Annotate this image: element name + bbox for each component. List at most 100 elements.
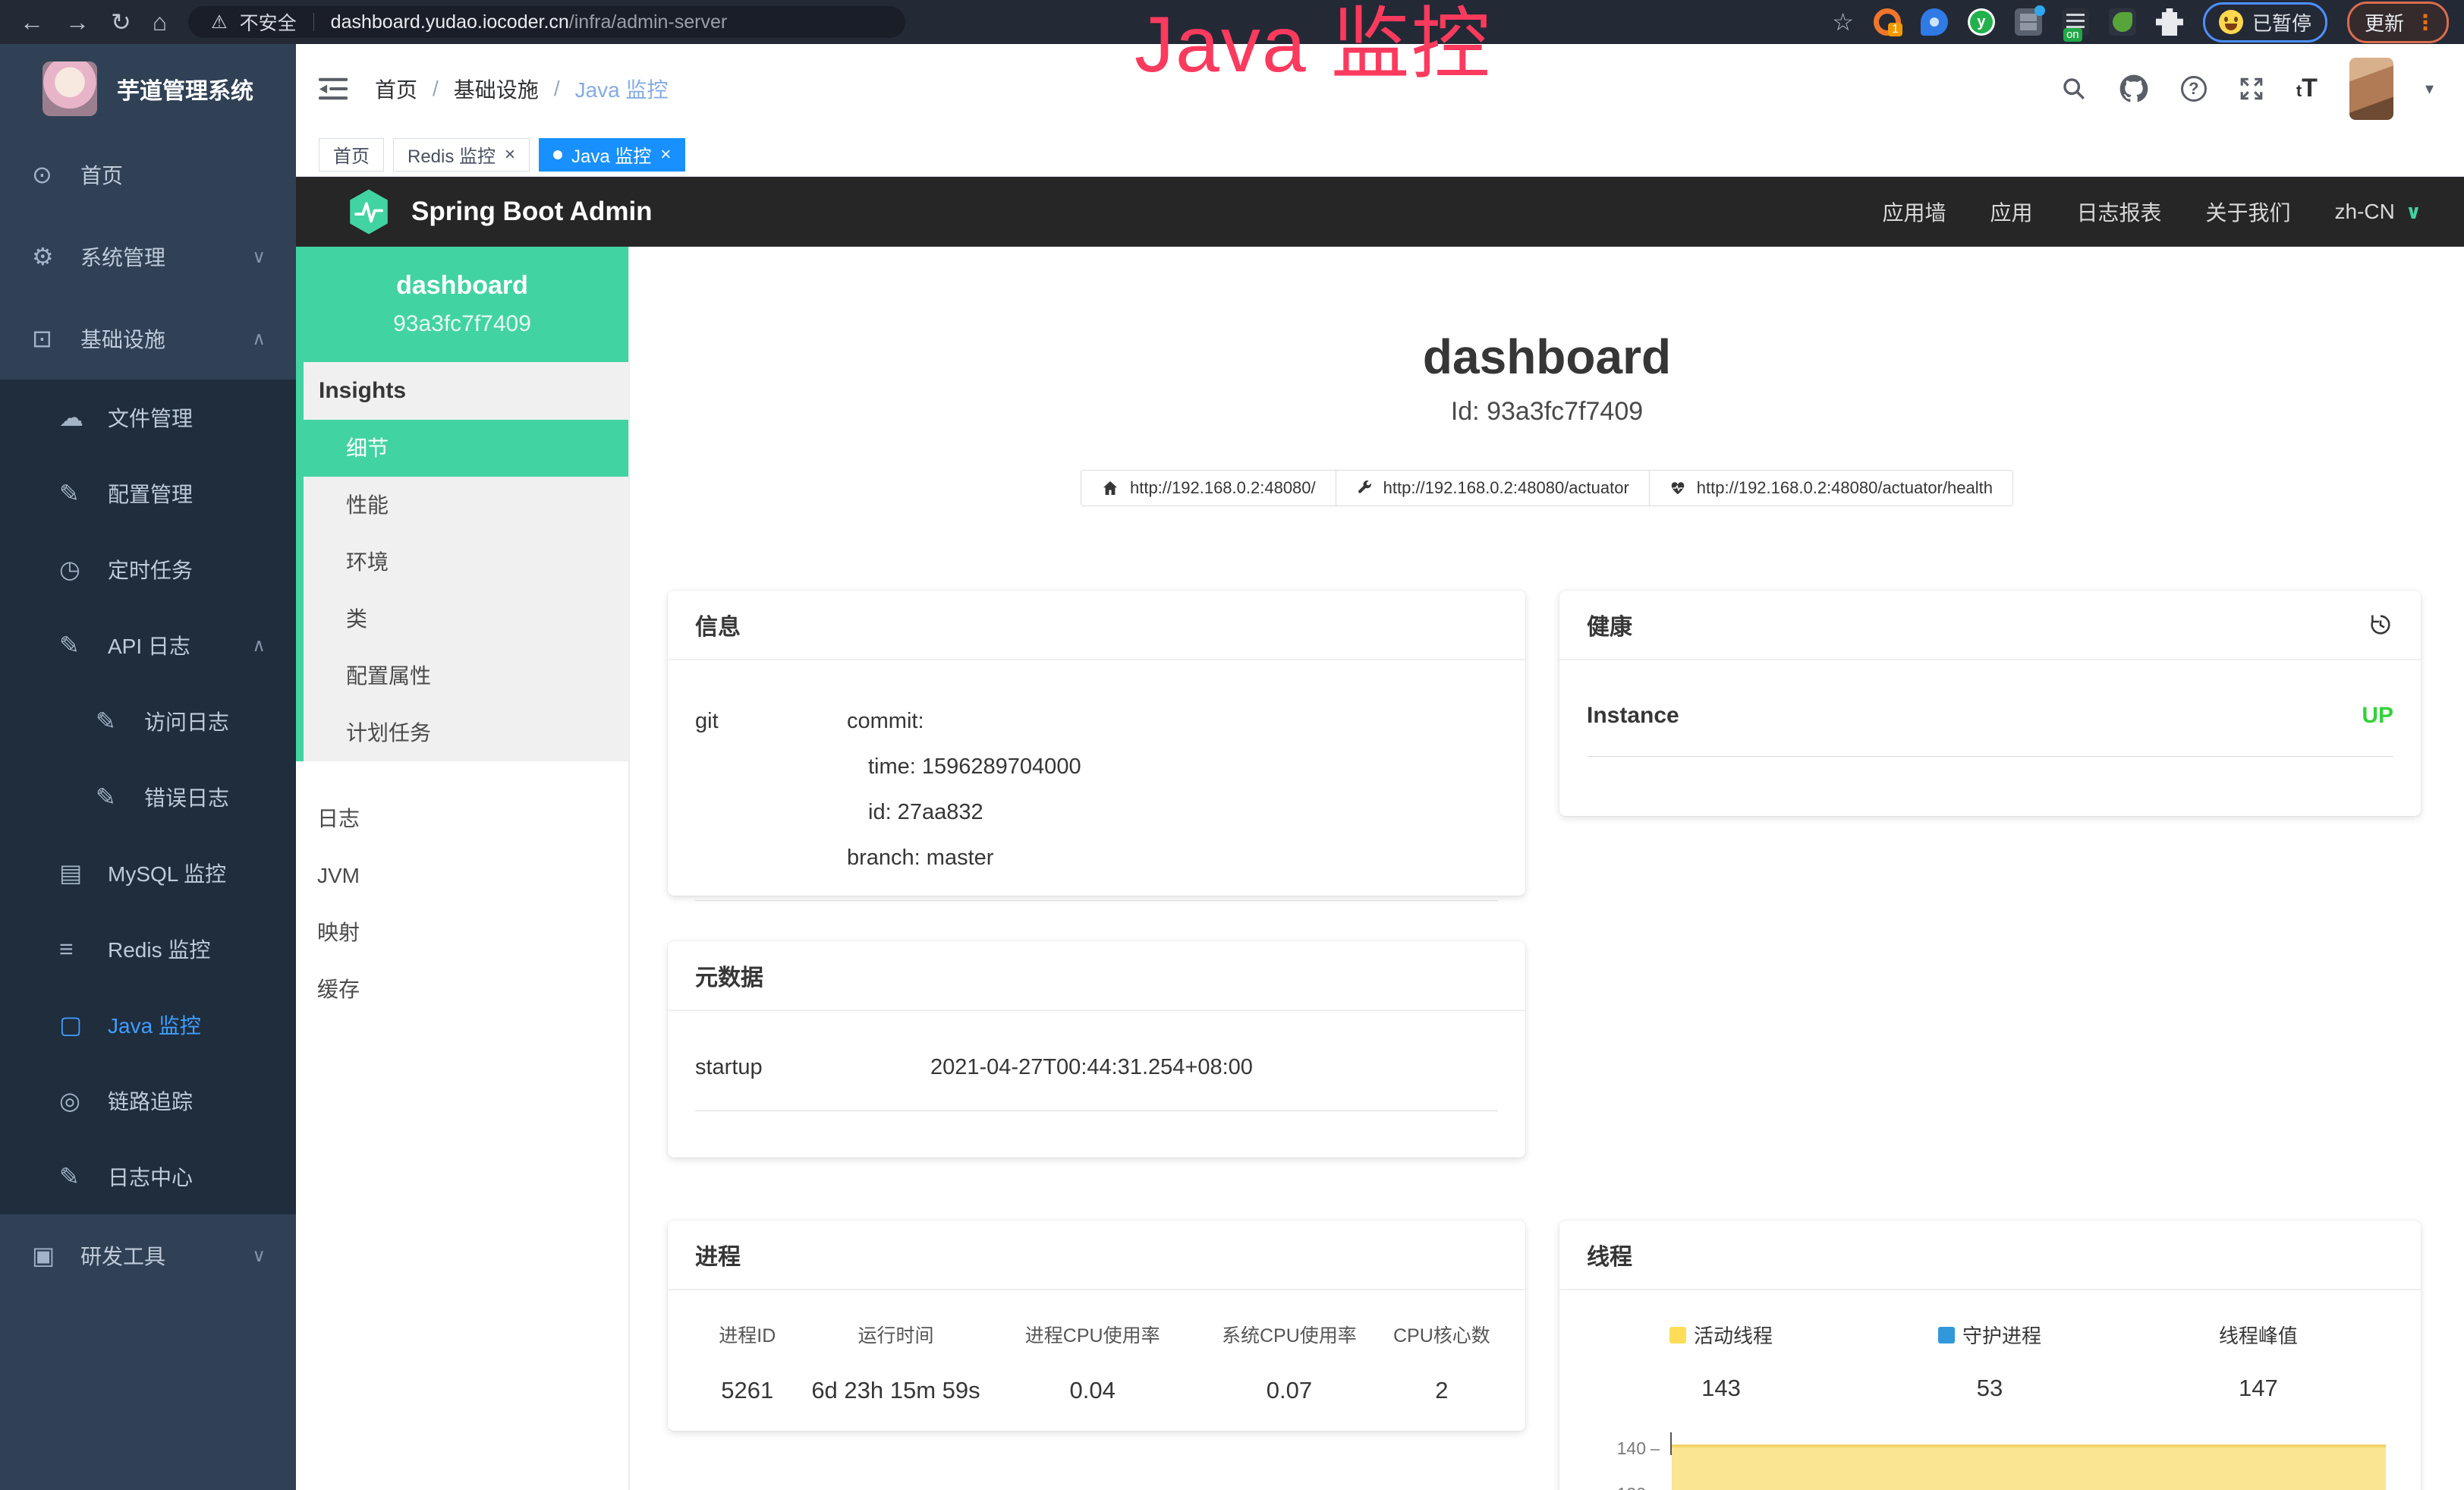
threads-card-title: 线程: [1587, 1238, 1632, 1271]
sidebar-item-label: 文件管理: [108, 402, 193, 433]
history-icon[interactable]: [2368, 612, 2393, 638]
app-logo-row[interactable]: 芋道管理系统: [0, 44, 296, 134]
sidebar-item-scheduled-tasks[interactable]: ◷ 定时任务: [0, 531, 296, 607]
nav-item-jvm[interactable]: JVM: [296, 847, 628, 904]
browser-extension-icon[interactable]: on: [2062, 8, 2089, 36]
sidebar-item-system-mgmt[interactable]: ⚙ 系统管理 ∨: [0, 216, 296, 298]
sba-main-content: dashboard Id: 93a3fc7f7409 http://192.16…: [630, 247, 2464, 1490]
sba-nav-about[interactable]: 关于我们: [2206, 197, 2291, 227]
close-icon[interactable]: ×: [660, 144, 671, 165]
nav-item-details[interactable]: 细节: [296, 420, 628, 477]
sidebar-item-log-center[interactable]: ✎ 日志中心: [0, 1139, 296, 1214]
sidebar-item-dev-tools[interactable]: ▣ 研发工具 ∨: [0, 1214, 296, 1296]
browser-extension-icon[interactable]: [1921, 8, 1948, 36]
active-threads-area: [1672, 1444, 2386, 1490]
breadcrumb-current: Java 监控: [575, 74, 669, 104]
user-avatar[interactable]: [2349, 58, 2393, 120]
nav-item-metrics[interactable]: 性能: [304, 477, 628, 534]
sba-brand-title[interactable]: Spring Boot Admin: [411, 197, 653, 227]
github-icon[interactable]: [2119, 74, 2149, 104]
sba-logo-icon[interactable]: [348, 188, 390, 235]
breadcrumb-home[interactable]: 首页: [375, 74, 417, 104]
sba-app-name: dashboard: [296, 271, 628, 301]
active-dot-icon: [553, 150, 562, 159]
sba-nav-wallboard[interactable]: 应用墙: [1882, 197, 1946, 227]
sba-sidebar: dashboard 93a3fc7f7409 Insights 细节 性能 环境…: [296, 247, 630, 1490]
sidebar-item-label: 系统管理: [80, 241, 165, 272]
process-header-sys-cpu: 系统CPU使用率: [1193, 1321, 1386, 1348]
active-threads-label: 活动线程: [1694, 1321, 1773, 1349]
nav-item-mappings[interactable]: 映射: [296, 904, 628, 961]
sba-navbar: Spring Boot Admin 应用墙 应用 日志报表 关于我们 zh-CN…: [296, 177, 2464, 247]
sidebar-item-infrastructure[interactable]: ⊡ 基础设施 ∧: [0, 298, 296, 380]
emoji-face-icon: [2219, 10, 2243, 34]
browser-extension-icon[interactable]: [2109, 8, 2136, 36]
paused-extension-pill[interactable]: 已暂停: [2203, 2, 2327, 43]
locale-caret-icon: ∨: [2406, 200, 2422, 224]
sidebar-item-config-mgmt[interactable]: ✎ 配置管理: [0, 455, 296, 531]
daemon-threads-swatch: [1938, 1327, 1955, 1344]
reload-icon[interactable]: ↻: [111, 10, 131, 34]
sidebar-item-redis-monitor[interactable]: ≡ Redis 监控: [0, 911, 296, 987]
browser-update-button[interactable]: 更新 ⋮: [2347, 2, 2449, 43]
sidebar-item-label: 访问日志: [144, 706, 229, 736]
health-card-title: 健康: [1587, 608, 1632, 641]
help-icon[interactable]: ?: [2181, 76, 2207, 102]
sidebar-item-api-logs[interactable]: ✎ API 日志 ∧: [0, 607, 296, 683]
tag-java-monitor[interactable]: Java 监控 ×: [539, 138, 685, 172]
font-size-icon[interactable]: tT: [2296, 74, 2318, 103]
tag-home[interactable]: 首页: [319, 138, 384, 172]
home-icon: [1101, 479, 1119, 497]
sidebar-item-label: 链路追踪: [108, 1085, 193, 1116]
search-icon[interactable]: [2061, 76, 2087, 102]
browser-extension-icon[interactable]: [2015, 8, 2042, 36]
endpoint-actuator-url[interactable]: http://192.168.0.2:48080/actuator: [1336, 470, 1650, 506]
extensions-puzzle-icon[interactable]: [2156, 8, 2183, 36]
sba-nav-applications[interactable]: 应用: [1990, 197, 2032, 227]
browser-extension-icon[interactable]: y: [1968, 8, 1995, 36]
collapse-sidebar-icon[interactable]: [319, 77, 348, 101]
nav-item-caches[interactable]: 缓存: [296, 961, 628, 1018]
forward-icon[interactable]: →: [65, 10, 90, 34]
back-icon[interactable]: ←: [20, 10, 44, 34]
peak-threads-value: 147: [2124, 1375, 2393, 1402]
sba-app-header[interactable]: dashboard 93a3fc7f7409: [296, 247, 628, 362]
sidebar-item-label: MySQL 监控: [108, 858, 226, 888]
user-caret-down-icon[interactable]: ▾: [2425, 79, 2434, 99]
nav-item-logs[interactable]: 日志: [296, 790, 628, 847]
fullscreen-icon[interactable]: [2239, 76, 2264, 102]
sidebar-item-file-mgmt[interactable]: ☁ 文件管理: [0, 380, 296, 455]
sidebar-item-mysql-monitor[interactable]: ▤ MySQL 监控: [0, 835, 296, 911]
sidebar-item-label: 研发工具: [80, 1240, 165, 1271]
metadata-card-title: 元数据: [695, 959, 763, 992]
sidebar-item-home[interactable]: ⊙ 首页: [0, 134, 296, 216]
bookmark-star-icon[interactable]: ☆: [1832, 10, 1854, 34]
endpoint-service-url[interactable]: http://192.168.0.2:48080/: [1081, 470, 1336, 506]
wrench-icon: [1356, 480, 1373, 496]
nav-item-environment[interactable]: 环境: [304, 534, 628, 591]
sidebar-item-error-logs[interactable]: ✎ 错误日志: [0, 759, 296, 835]
address-bar[interactable]: ⚠ 不安全 dashboard.yudao.iocoder.cn/infra/a…: [188, 6, 905, 38]
edit-icon: ✎: [96, 783, 144, 811]
annotation-java-monitor: Java 监控: [1134, 0, 1492, 91]
browser-menu-kebab-icon[interactable]: ⋮: [2415, 10, 2436, 35]
process-value-uptime: 6d 23h 15m 59s: [800, 1377, 993, 1404]
sidebar-item-java-monitor[interactable]: ▢ Java 监控: [0, 987, 296, 1063]
nav-item-config-props[interactable]: 配置属性: [304, 647, 628, 704]
process-header-pid: 进程ID: [695, 1321, 800, 1348]
threads-chart: 140 120 100: [1587, 1432, 2393, 1490]
sidebar-item-access-logs[interactable]: ✎ 访问日志: [0, 683, 296, 759]
nav-item-classes[interactable]: 类: [304, 591, 628, 647]
tag-redis-monitor[interactable]: Redis 监控 ×: [393, 138, 530, 172]
threads-legend: 活动线程 守护进程 线程峰值: [1587, 1321, 2393, 1349]
close-icon[interactable]: ×: [505, 144, 515, 165]
sidebar-item-tracing[interactable]: ◎ 链路追踪: [0, 1063, 296, 1139]
browser-home-icon[interactable]: ⌂: [153, 10, 167, 34]
breadcrumb-infrastructure[interactable]: 基础设施: [454, 74, 539, 104]
endpoint-health-url[interactable]: http://192.168.0.2:48080/actuator/health: [1650, 470, 2013, 506]
sba-locale-select[interactable]: zh-CN ∨: [2335, 200, 2422, 224]
sba-nav-journal[interactable]: 日志报表: [2077, 197, 2162, 227]
nav-item-scheduled-tasks[interactable]: 计划任务: [304, 704, 628, 761]
browser-extension-icon[interactable]: 1: [1874, 8, 1901, 36]
paused-label: 已暂停: [2252, 8, 2311, 36]
